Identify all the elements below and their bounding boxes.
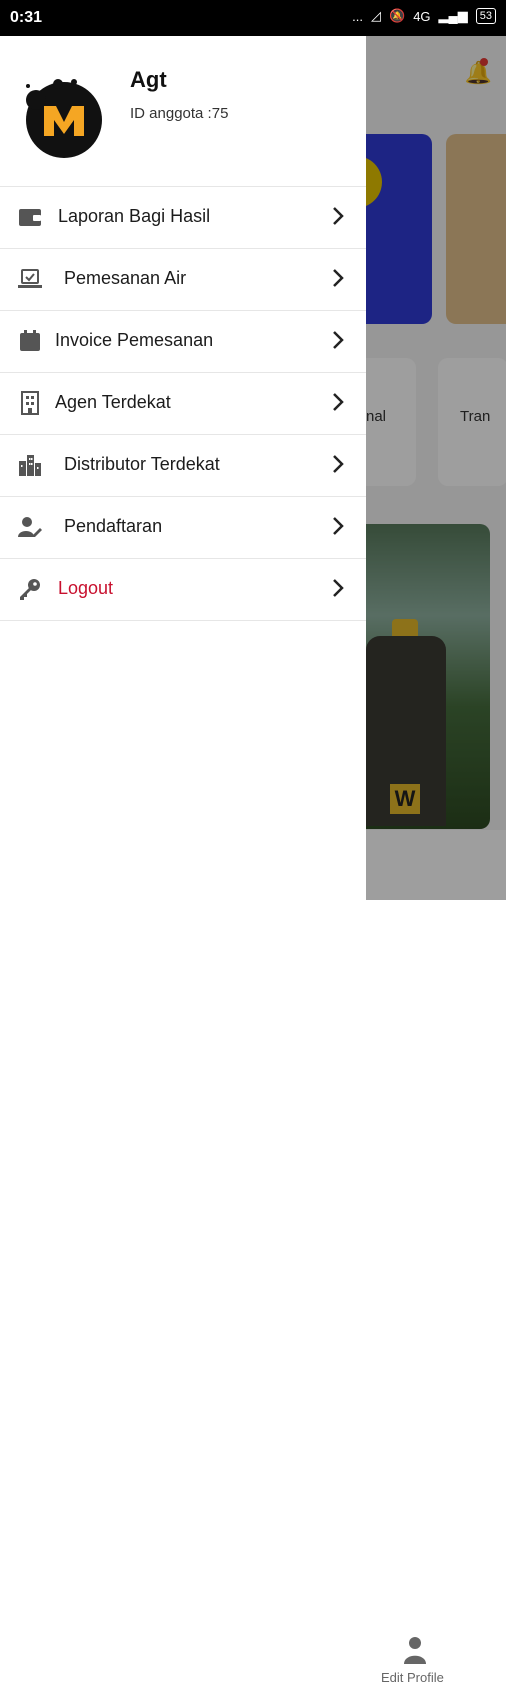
- mute-icon: 🔕: [389, 8, 406, 23]
- menu-label: Distributor Terdekat: [64, 454, 220, 474]
- building-icon: [21, 391, 39, 415]
- status-dots: ...: [352, 8, 363, 24]
- drawer-menu: Laporan Bagi Hasil Pemesanan Air Invoice…: [0, 187, 366, 621]
- app-logo: [26, 79, 102, 158]
- menu-label: Agen Terdekat: [55, 392, 171, 412]
- user-edit-icon: [18, 517, 42, 537]
- status-time: 0:31: [10, 9, 43, 26]
- edit-profile-label[interactable]: Edit Profile: [381, 1670, 444, 1685]
- battery-icon: 53: [475, 8, 496, 24]
- navigation-drawer: Agt ID anggota :75 Laporan Bagi Hasil Pe…: [0, 36, 366, 900]
- menu-item-laporan-bagi-hasil[interactable]: Laporan Bagi Hasil: [0, 187, 366, 249]
- chevron-right-icon: [333, 579, 344, 597]
- chevron-right-icon: [333, 207, 344, 225]
- menu-item-agen-terdekat[interactable]: Agen Terdekat: [0, 373, 366, 435]
- chevron-right-icon: [333, 331, 344, 349]
- wallet-icon: [19, 209, 41, 226]
- menu-label: Pemesanan Air: [64, 268, 187, 288]
- chevron-right-icon: [333, 455, 344, 473]
- status-icons: ... ◿ 🔕 4G ▂▄▆ 53: [352, 8, 496, 24]
- menu-label: Logout: [58, 578, 114, 598]
- menu-item-distributor-terdekat[interactable]: Distributor Terdekat: [0, 435, 366, 497]
- signal-icon: ▂▄▆: [438, 8, 468, 23]
- signal-off-icon: ◿: [371, 8, 381, 23]
- calendar-icon: [20, 330, 40, 351]
- chevron-right-icon: [333, 269, 344, 287]
- chevron-right-icon: [333, 393, 344, 411]
- network-type: 4G: [413, 8, 431, 24]
- person-icon[interactable]: [404, 1636, 426, 1664]
- city-icon: [19, 455, 41, 476]
- drawer-header: Agt ID anggota :75: [0, 36, 366, 187]
- menu-item-logout[interactable]: Logout: [0, 559, 366, 621]
- status-bar: 0:31 ... ◿ 🔕 4G ▂▄▆ 53: [0, 0, 506, 36]
- menu-label: Pendaftaran: [64, 516, 163, 536]
- laptop-check-icon: [18, 269, 42, 288]
- menu-label: Invoice Pemesanan: [55, 330, 214, 350]
- member-id: ID anggota :75: [130, 105, 229, 122]
- key-icon: [20, 579, 40, 600]
- menu-item-pemesanan-air[interactable]: Pemesanan Air: [0, 249, 366, 311]
- user-name: Agt: [130, 67, 167, 92]
- chevron-right-icon: [333, 517, 344, 535]
- menu-label: Laporan Bagi Hasil: [58, 206, 211, 226]
- menu-item-invoice-pemesanan[interactable]: Invoice Pemesanan: [0, 311, 366, 373]
- menu-item-pendaftaran[interactable]: Pendaftaran: [0, 497, 366, 559]
